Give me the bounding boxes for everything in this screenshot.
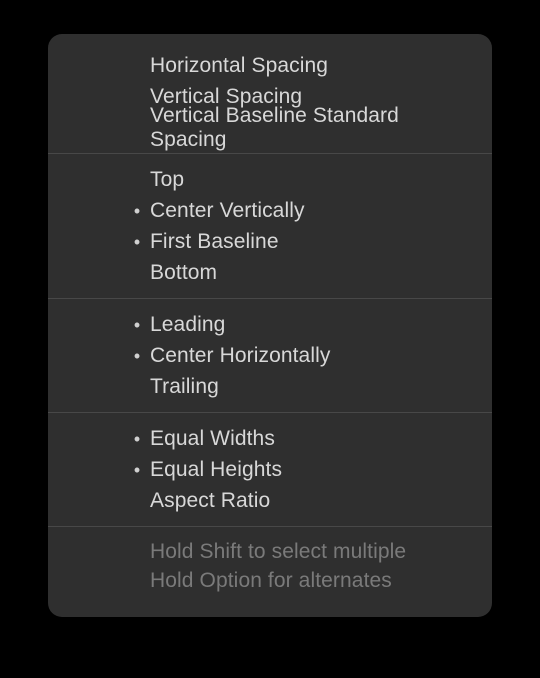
menu-item-label: Equal Heights — [150, 458, 282, 482]
hint-shift: • Hold Shift to select multiple — [48, 537, 492, 566]
menu-item-first-baseline[interactable]: • First Baseline — [48, 226, 492, 257]
menu-item-leading[interactable]: • Leading — [48, 309, 492, 340]
menu-item-label: Bottom — [150, 261, 217, 285]
selection-bullet-icon: • — [124, 347, 150, 365]
menu-item-label: Aspect Ratio — [150, 489, 270, 513]
menu-item-center-vertically[interactable]: • Center Vertically — [48, 195, 492, 226]
menu-item-label: First Baseline — [150, 230, 279, 254]
menu-item-label: Leading — [150, 313, 225, 337]
menu-item-label: Center Horizontally — [150, 344, 330, 368]
hint-option: • Hold Option for alternates — [48, 566, 492, 595]
menu-item-equal-heights[interactable]: • Equal Heights — [48, 454, 492, 485]
menu-item-vertical-baseline-standard-spacing[interactable]: • Vertical Baseline Standard Spacing — [48, 112, 492, 143]
menu-group-horizontal-align: • Leading • Center Horizontally • Traili… — [48, 305, 492, 406]
menu-item-trailing[interactable]: • Trailing — [48, 371, 492, 402]
menu-item-label: Horizontal Spacing — [150, 54, 328, 78]
constraints-menu: • Horizontal Spacing • Vertical Spacing … — [48, 34, 492, 617]
separator — [48, 153, 492, 154]
menu-group-vertical-align: • Top • Center Vertically • First Baseli… — [48, 160, 492, 292]
hint-label: Hold Shift to select multiple — [150, 540, 406, 564]
menu-item-label: Equal Widths — [150, 427, 275, 451]
menu-item-horizontal-spacing[interactable]: • Horizontal Spacing — [48, 50, 492, 81]
hint-label: Hold Option for alternates — [150, 569, 392, 593]
menu-group-spacing: • Horizontal Spacing • Vertical Spacing … — [48, 46, 492, 147]
selection-bullet-icon: • — [124, 461, 150, 479]
menu-item-center-horizontally[interactable]: • Center Horizontally — [48, 340, 492, 371]
separator — [48, 526, 492, 527]
selection-bullet-icon: • — [124, 316, 150, 334]
menu-item-aspect-ratio[interactable]: • Aspect Ratio — [48, 485, 492, 516]
selection-bullet-icon: • — [124, 430, 150, 448]
separator — [48, 412, 492, 413]
menu-item-label: Vertical Baseline Standard Spacing — [150, 104, 474, 152]
menu-item-top[interactable]: • Top — [48, 164, 492, 195]
separator — [48, 298, 492, 299]
selection-bullet-icon: • — [124, 202, 150, 220]
menu-item-bottom[interactable]: • Bottom — [48, 257, 492, 288]
selection-bullet-icon: • — [124, 233, 150, 251]
menu-item-label: Center Vertically — [150, 199, 305, 223]
menu-group-hints: • Hold Shift to select multiple • Hold O… — [48, 533, 492, 599]
menu-item-label: Top — [150, 168, 184, 192]
menu-item-equal-widths[interactable]: • Equal Widths — [48, 423, 492, 454]
menu-item-label: Trailing — [150, 375, 219, 399]
menu-group-sizing: • Equal Widths • Equal Heights • Aspect … — [48, 419, 492, 520]
